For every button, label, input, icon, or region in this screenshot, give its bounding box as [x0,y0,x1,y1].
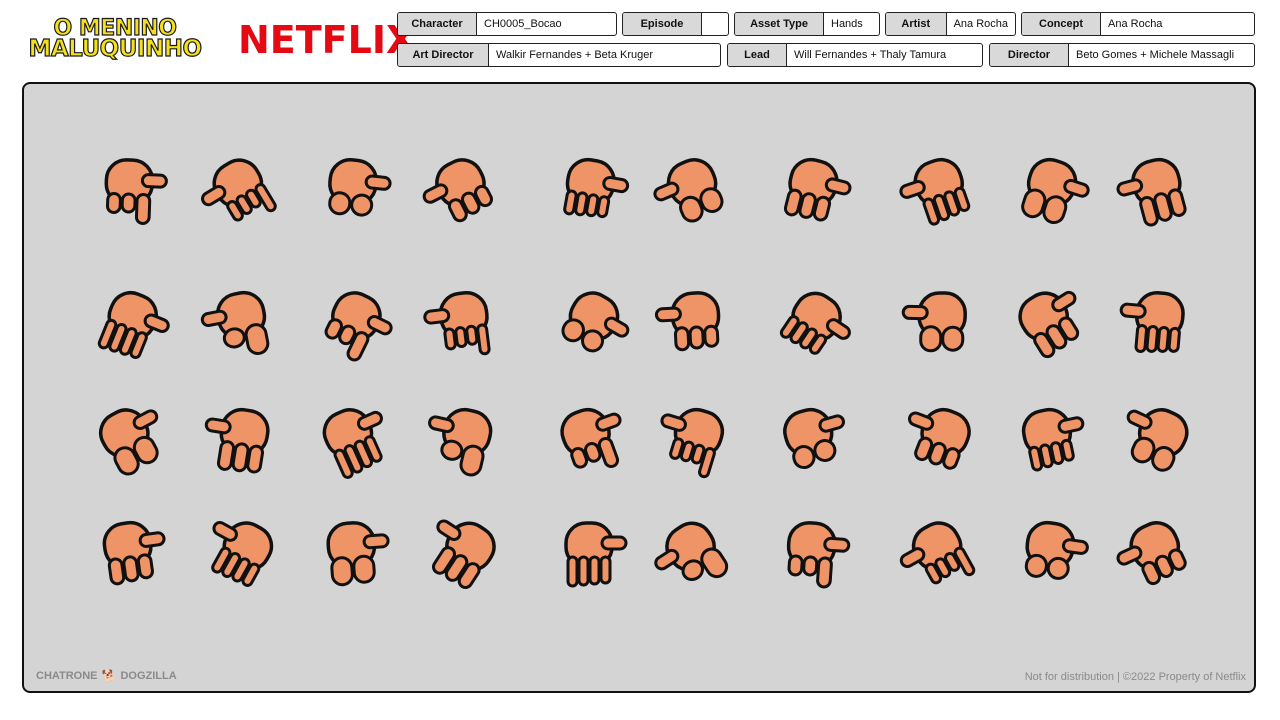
hand-pose [654,291,721,352]
hand-pose [431,519,496,589]
field-character: Character CH0005_Bocao [397,12,617,36]
hand-pose [779,291,851,355]
field-asset-type: Asset Type Hands [734,12,880,36]
hand-pose [1119,291,1185,353]
hand-pose [204,407,270,474]
field-episode: Episode [622,12,729,36]
hand-pose [901,291,967,353]
field-director: Director Beto Gomes + Michele Massagli [989,43,1255,67]
hand-pose [660,407,725,479]
hand-pose [328,158,392,217]
field-label: Lead [728,44,787,66]
hand-pose [1021,407,1085,472]
hand-pose [104,158,168,225]
hand-pose [1021,157,1090,225]
hand-pose [422,158,494,223]
hand-pose [1024,520,1089,580]
hand-pose [654,521,729,582]
field-art-director: Art Director Walkir Fernandes + Beta Kru… [397,43,721,67]
hand-pose [561,291,630,353]
field-value[interactable] [702,13,716,35]
hand-pose [783,407,845,470]
distribution-notice: Not for distribution | ©2022 Property of… [1024,671,1246,683]
field-value[interactable]: Beto Gomes + Michele Massagli [1069,44,1241,66]
hand-sheet: CHATRONE 🐕 DOGZILLA Not for distribution… [22,82,1256,693]
field-label: Episode [623,13,702,35]
netflix-logo: NETFLIX [238,18,416,62]
dogzilla-logo: DOGZILLA [120,670,177,682]
hand-pose [786,521,851,589]
hand-pose [201,158,277,222]
field-label: Concept [1022,13,1101,35]
hand-pose [102,520,166,586]
hand-pose [324,291,393,362]
hand-pose [200,290,270,356]
hand-pose [783,157,852,222]
field-label: Director [990,44,1069,66]
show-logo: O MENINO MALUQUINHO [22,17,208,62]
studio-logos: CHATRONE 🐕 DOGZILLA [36,669,177,683]
field-label: Artist [886,13,947,35]
field-lead: Lead Will Fernandes + Thaly Tamura [727,43,983,67]
field-value[interactable]: Walkir Fernandes + Beta Kruger [489,44,660,66]
hand-pose [1126,408,1189,472]
hand-pose [1116,157,1187,227]
hand-pose [322,408,383,479]
chatrone-logo: CHATRONE [36,670,98,682]
hand-pose [899,521,976,585]
field-value[interactable]: CH0005_Bocao [477,13,569,35]
hand-pose [907,407,971,470]
hand-pose [653,158,724,223]
field-value[interactable]: Hands [824,13,870,35]
field-label: Art Director [398,44,489,66]
hand-pose [1018,290,1080,359]
field-value[interactable]: Will Fernandes + Thaly Tamura [787,44,953,66]
field-label: Character [398,13,477,35]
field-artist: Artist Ana Rocha [885,12,1016,36]
hand-pose [899,157,971,226]
hand-pose [560,407,622,469]
field-value[interactable]: Ana Rocha [947,13,1015,35]
show-logo-line2: MALUQUINHO [28,36,203,62]
field-value[interactable]: Ana Rocha [1101,13,1169,35]
hand-pose [563,157,630,219]
hand-pose [98,408,159,476]
hand-pose [428,407,493,477]
hand-pose [423,290,491,356]
hand-pose [97,290,170,359]
dog-icon: 🐕 [101,669,117,683]
field-label: Asset Type [735,13,824,35]
field-concept: Concept Ana Rocha [1021,12,1255,36]
hand-pose [211,521,274,587]
hand-pose [1116,521,1187,586]
hand-pose [326,521,390,587]
hand-pose [564,521,628,588]
